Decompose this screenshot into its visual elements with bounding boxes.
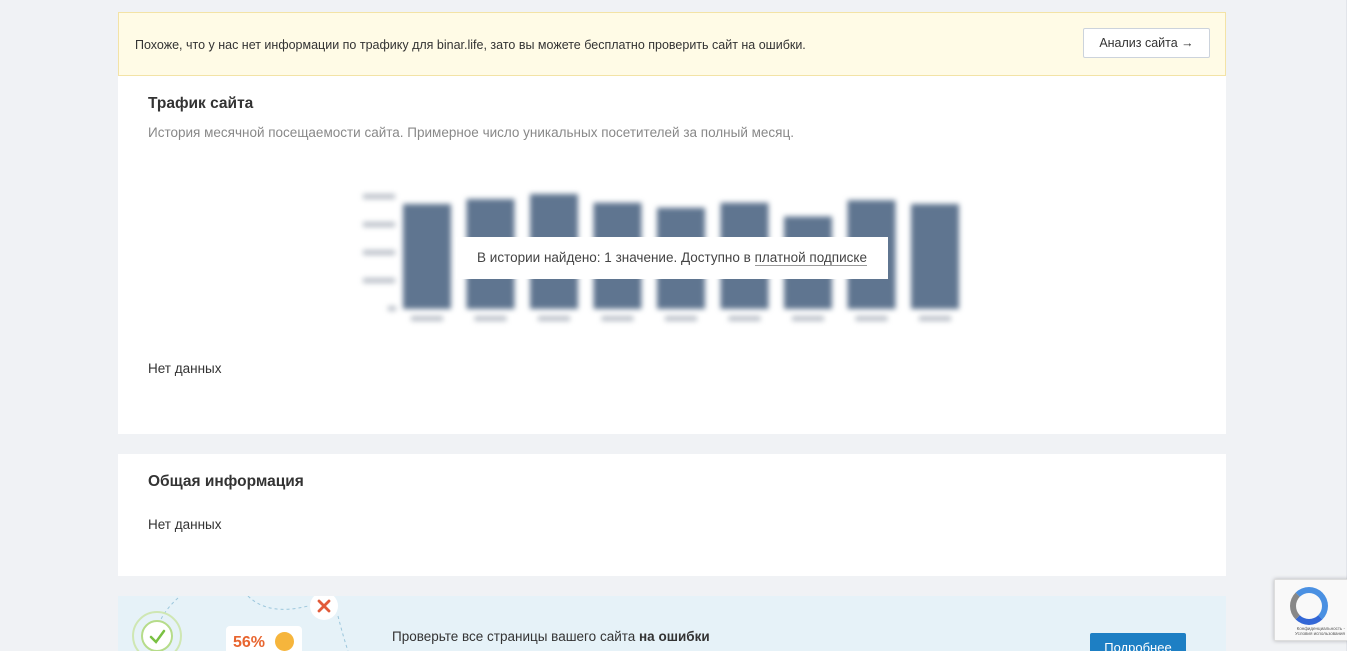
x-tick-label — [919, 316, 951, 321]
x-tick-label — [538, 316, 570, 321]
check-icon — [141, 620, 173, 651]
x-tick-label — [728, 316, 761, 321]
traffic-title: Трафик сайта — [148, 95, 254, 112]
x-tick-label — [855, 316, 888, 321]
traffic-subtitle: История месячной посещаемости сайта. При… — [148, 125, 794, 140]
general-info-card: Общая информация Нет данных — [118, 454, 1226, 576]
chart-overlay: В истории найдено: 1 значение. Доступно … — [456, 237, 888, 279]
y-tick-label — [363, 278, 395, 283]
overlay-text: В истории найдено: 1 значение. Доступно … — [477, 250, 755, 265]
no-traffic-notice: Похоже, что у нас нет информации по траф… — [118, 12, 1226, 76]
x-tick-label — [411, 316, 443, 321]
traffic-no-data: Нет данных — [148, 361, 222, 376]
site-check-promo: 56% Проверьте все страницы вашего сайта … — [118, 596, 1226, 651]
y-tick-label — [363, 222, 395, 227]
paid-subscription-link[interactable]: платной подписке — [754, 250, 867, 266]
general-info-title: Общая информация — [148, 473, 304, 490]
x-tick-label — [601, 316, 634, 321]
general-no-data: Нет данных — [148, 517, 222, 532]
traffic-card: Трафик сайта История месячной посещаемос… — [118, 76, 1226, 434]
y-tick-label — [388, 306, 396, 311]
site-analysis-button[interactable]: Анализ сайта → — [1083, 28, 1210, 58]
score-badge: 56% — [226, 626, 302, 651]
x-tick-label — [792, 316, 824, 321]
chart-bar — [403, 204, 451, 309]
details-button[interactable]: Подробнее — [1090, 633, 1186, 651]
sad-face-icon — [275, 632, 294, 651]
notice-text: Похоже, что у нас нет информации по траф… — [135, 38, 806, 52]
close-icon — [310, 596, 338, 620]
recaptcha-logo-icon — [1290, 587, 1328, 625]
chart-bar — [911, 204, 959, 309]
y-tick-label — [363, 250, 395, 255]
x-tick-label — [474, 316, 507, 321]
promo-text: Проверьте все страницы вашего сайта на о… — [392, 629, 710, 644]
recaptcha-terms[interactable]: Конфиденциальность - Условия использован… — [1279, 626, 1345, 636]
score-percent: 56% — [233, 634, 266, 651]
x-tick-label — [665, 316, 697, 321]
y-tick-label — [363, 194, 395, 199]
recaptcha-badge[interactable]: Конфиденциальность - Условия использован… — [1274, 579, 1347, 641]
